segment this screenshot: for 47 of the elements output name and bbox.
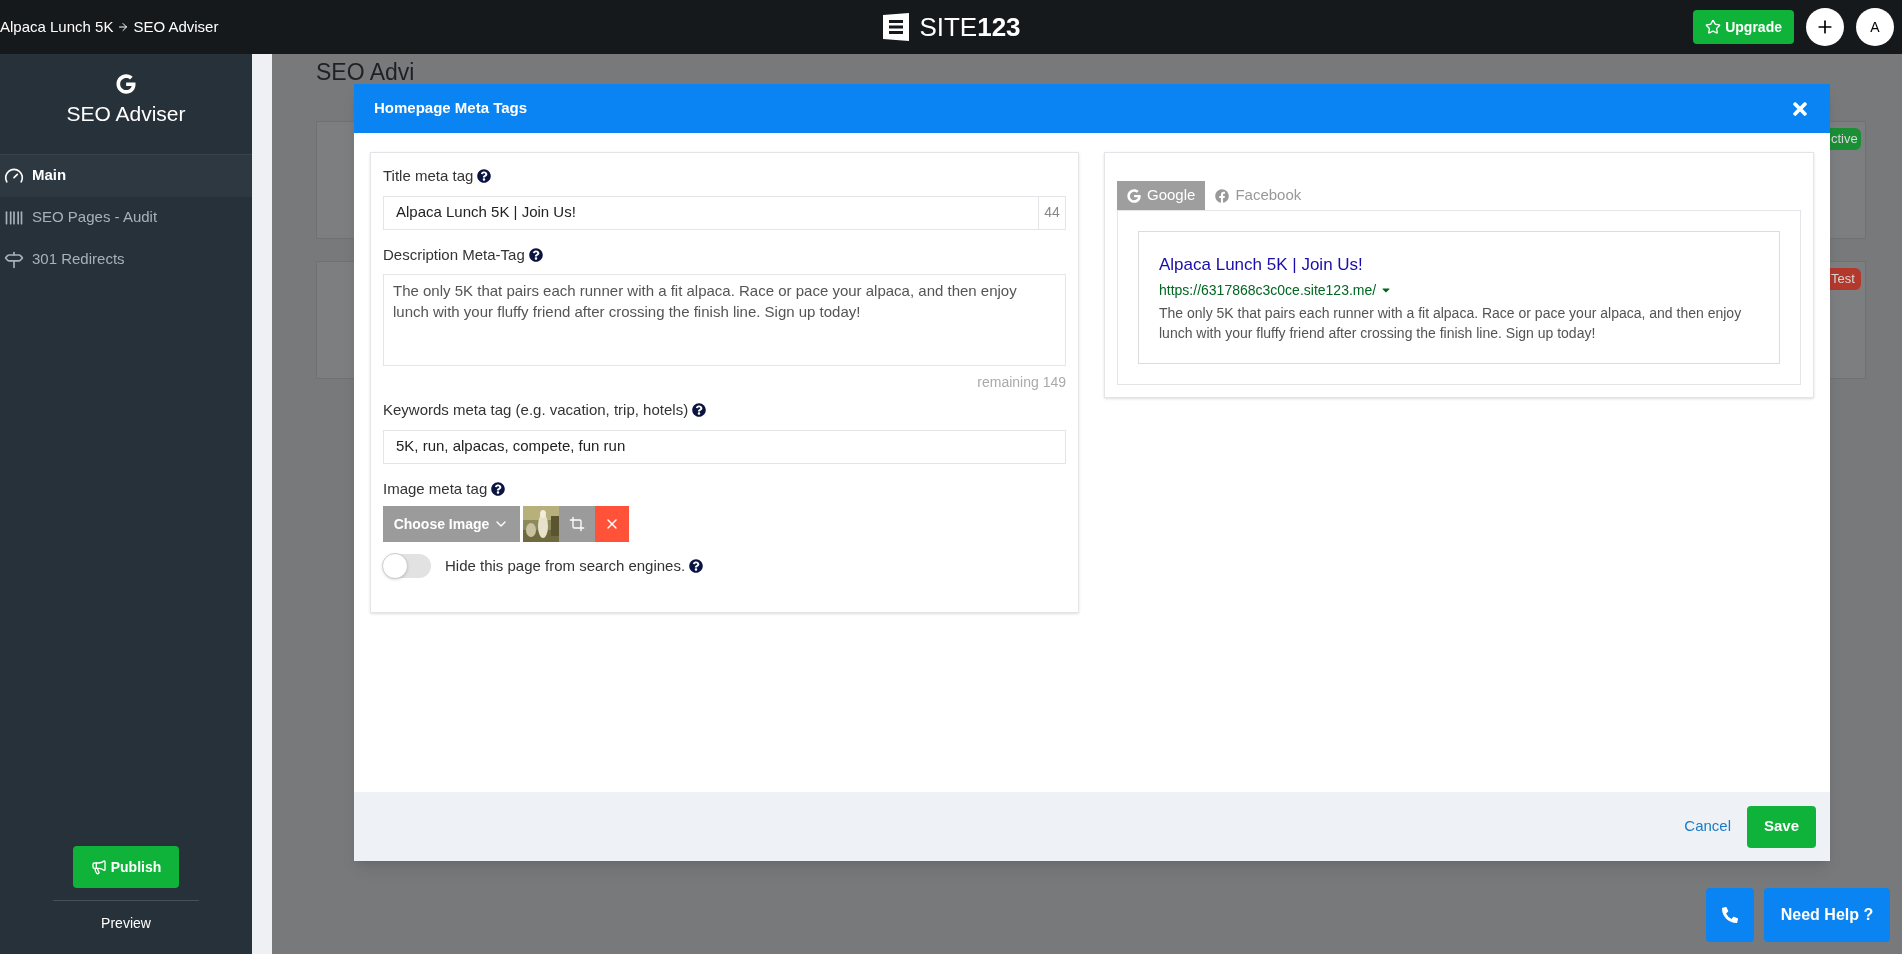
page-title: SEO Advi — [316, 58, 416, 86]
help-icon[interactable] — [477, 169, 492, 184]
status-badge: ctive — [1829, 128, 1861, 150]
breadcrumb-current: SEO Adviser — [133, 16, 219, 37]
sidebar-item[interactable]: Main — [0, 154, 252, 197]
megaphone-icon — [90, 859, 107, 875]
modal-title: Homepage Meta Tags — [374, 98, 528, 119]
add-button[interactable] — [1806, 8, 1844, 46]
title-input-field[interactable]: Alpaca Lunch 5K | Join Us! 44 — [383, 195, 1066, 230]
need-help-button[interactable]: Need Help ? — [1764, 888, 1890, 942]
cancel-link[interactable]: Cancel — [1684, 815, 1731, 838]
field-label: Image meta tag — [383, 478, 488, 499]
google-icon — [1127, 188, 1141, 203]
result-title[interactable]: Alpaca Lunch 5K | Join Us! — [1159, 252, 1759, 278]
sidebar-item[interactable]: 301 Redirects — [0, 238, 252, 281]
avatar-button[interactable]: A — [1856, 8, 1894, 46]
help-icon[interactable] — [692, 403, 707, 418]
phone-icon — [1722, 907, 1738, 923]
remaining-count: remaining 149 — [977, 373, 1066, 392]
help-icon[interactable] — [689, 559, 704, 573]
toggle-switch[interactable] — [383, 554, 431, 578]
status-badge: Test — [1829, 268, 1861, 290]
field-label: Keywords meta tag (e.g. vacation, trip, hotels) — [383, 400, 689, 420]
field-label: Description Meta-Tag — [383, 244, 525, 265]
result-description: The only 5K that pairs each runner with a fit alpaca. Race or pace your alpaca, and then enjoy lunch with your fluffy friend after crossing the finish line. Sign up today! — [1159, 303, 1743, 343]
help-icon[interactable] — [491, 481, 506, 496]
signpost-icon — [4, 249, 24, 270]
sidebar-item[interactable]: SEO Pages - Audit — [0, 196, 252, 239]
sidebar-title: SEO Adviser — [66, 101, 186, 127]
logo-icon — [881, 13, 912, 41]
help-icon[interactable] — [528, 247, 543, 262]
keywords-input-field[interactable]: 5K, run, alpacas, compete, fun run — [383, 429, 1066, 464]
breadcrumb-link[interactable]: Alpaca Lunch 5K — [0, 15, 114, 39]
field-value: Alpaca Lunch 5K | Join Us! — [395, 202, 577, 223]
field-label: Title meta tag — [383, 166, 474, 186]
arrow-icon — [117, 21, 130, 33]
phone-button[interactable] — [1706, 888, 1754, 942]
character-count: 44 — [1038, 196, 1065, 229]
facebook-icon — [1215, 188, 1230, 203]
logo: SITE123 — [881, 7, 1021, 47]
toggle-label: Hide this page from search engines. — [445, 555, 686, 576]
crop-icon — [569, 516, 585, 532]
description-textarea[interactable]: The only 5K that pairs each runner with a fit alpaca. Race or pace your alpaca, and then enjoy lunch with your fluffy friend after crossing the finish line. Sign up today! — [383, 274, 1066, 366]
preview-link[interactable]: Preview — [101, 913, 151, 934]
google-icon — [116, 74, 136, 94]
result-url: https://6317868c3c0ce.site123.me/ — [1159, 280, 1377, 300]
star-icon — [1705, 19, 1722, 35]
